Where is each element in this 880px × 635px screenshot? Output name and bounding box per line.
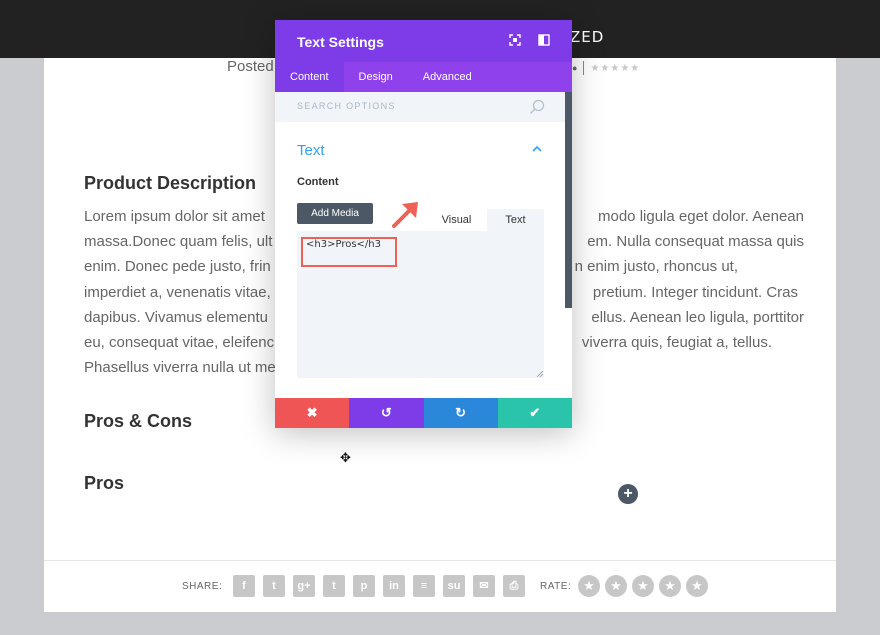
search-options-bar[interactable]: SEARCH OPTIONS bbox=[275, 92, 565, 122]
modal-title: Text Settings bbox=[297, 34, 384, 50]
cancel-button[interactable]: ✖ bbox=[275, 398, 350, 428]
share-divider bbox=[44, 560, 836, 561]
tab-design[interactable]: Design bbox=[344, 62, 408, 92]
post-meta-right: ● ★★★★★ bbox=[572, 59, 640, 77]
rate-star-icon[interactable]: ★ bbox=[605, 575, 627, 597]
buffer-icon[interactable]: ≡ bbox=[413, 575, 435, 597]
stumbleupon-icon[interactable]: su bbox=[443, 575, 465, 597]
google-plus-icon[interactable]: g+ bbox=[293, 575, 315, 597]
annotation-arrow-icon bbox=[392, 202, 418, 228]
tab-advanced[interactable]: Advanced bbox=[408, 62, 487, 92]
tab-content[interactable]: Content bbox=[275, 62, 344, 92]
modal-scrollbar[interactable] bbox=[565, 92, 572, 308]
heading-pros: Pros bbox=[84, 473, 125, 493]
fullscreen-icon[interactable] bbox=[509, 34, 521, 46]
pinterest-icon[interactable]: p bbox=[353, 575, 375, 597]
undo-button[interactable]: ↺ bbox=[349, 398, 424, 428]
modal-tabs: Content Design Advanced bbox=[275, 62, 572, 92]
post-rating-stars: ★★★★★ bbox=[590, 62, 641, 74]
modal-footer-actions: ✖ ↺ ↻ ✔ bbox=[275, 398, 572, 428]
share-icons: f t g+ t p in ≡ su ✉ ⎙ bbox=[233, 575, 525, 597]
redo-button[interactable]: ↻ bbox=[423, 398, 498, 428]
section-title-text[interactable]: Text bbox=[297, 142, 325, 159]
add-media-button[interactable]: Add Media bbox=[297, 203, 373, 224]
meta-separator bbox=[583, 61, 585, 75]
modal-header: Text Settings bbox=[275, 20, 572, 62]
email-icon[interactable]: ✉ bbox=[473, 575, 495, 597]
twitter-icon[interactable]: t bbox=[263, 575, 285, 597]
editor-tabs: Visual Text bbox=[426, 209, 544, 231]
rate-label: RATE: bbox=[540, 581, 572, 592]
rate-stars: ★ ★ ★ ★ ★ bbox=[578, 575, 708, 597]
move-cursor-icon: ✥ bbox=[340, 450, 351, 465]
print-icon[interactable]: ⎙ bbox=[503, 575, 525, 597]
post-meta-posted: Posted bbox=[227, 58, 274, 75]
rate-star-icon[interactable]: ★ bbox=[686, 575, 708, 597]
chevron-up-icon[interactable] bbox=[531, 144, 543, 154]
site-title-fragment: ZED bbox=[570, 28, 605, 46]
add-module-button[interactable]: + bbox=[618, 484, 638, 504]
linkedin-icon[interactable]: in bbox=[383, 575, 405, 597]
search-icon[interactable] bbox=[529, 99, 545, 115]
content-label: Content bbox=[297, 176, 339, 188]
tab-text[interactable]: Text bbox=[487, 209, 544, 231]
comment-bubble-icon: ● bbox=[572, 63, 578, 73]
tab-visual[interactable]: Visual bbox=[426, 209, 487, 231]
tumblr-icon[interactable]: t bbox=[323, 575, 345, 597]
rate-star-icon[interactable]: ★ bbox=[578, 575, 600, 597]
split-view-icon[interactable] bbox=[538, 34, 550, 46]
heading-product-description: Product Description bbox=[84, 173, 257, 193]
search-options-placeholder: SEARCH OPTIONS bbox=[297, 101, 396, 111]
facebook-icon[interactable]: f bbox=[233, 575, 255, 597]
rate-star-icon[interactable]: ★ bbox=[659, 575, 681, 597]
text-settings-modal: Text Settings Content Design Advanced SE… bbox=[275, 20, 572, 428]
resize-handle-icon[interactable] bbox=[537, 371, 543, 377]
editor-code-text: <h3>Pros</h3 bbox=[306, 239, 381, 250]
share-label: SHARE: bbox=[182, 581, 223, 592]
rate-star-icon[interactable]: ★ bbox=[632, 575, 654, 597]
save-button[interactable]: ✔ bbox=[497, 398, 572, 428]
heading-pros-cons: Pros & Cons bbox=[84, 411, 193, 431]
modal-scroll-track bbox=[565, 308, 572, 398]
content-editor-textarea[interactable]: <h3>Pros</h3 bbox=[297, 231, 544, 378]
